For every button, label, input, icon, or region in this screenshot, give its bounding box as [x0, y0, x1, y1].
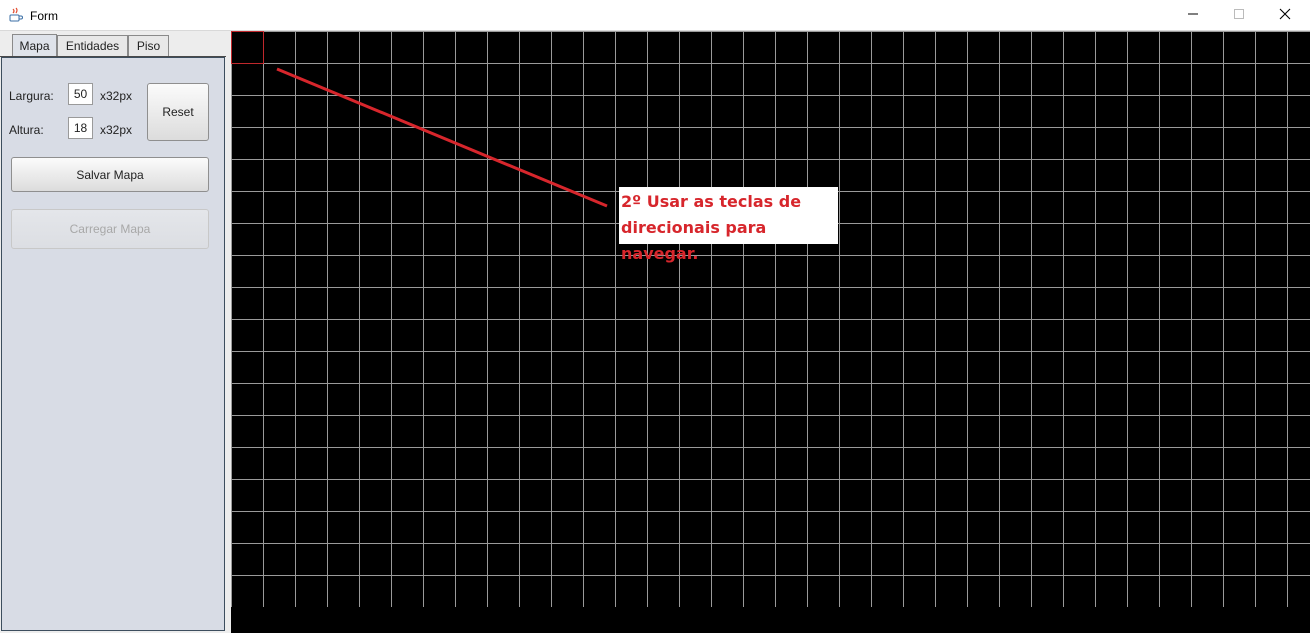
annotation-arrow-line [276, 67, 608, 208]
tab-mapa[interactable]: Mapa [12, 34, 57, 56]
annotation-callout: 2º Usar as teclas de direcionais para na… [619, 187, 838, 263]
annotation-arrow [276, 67, 608, 208]
